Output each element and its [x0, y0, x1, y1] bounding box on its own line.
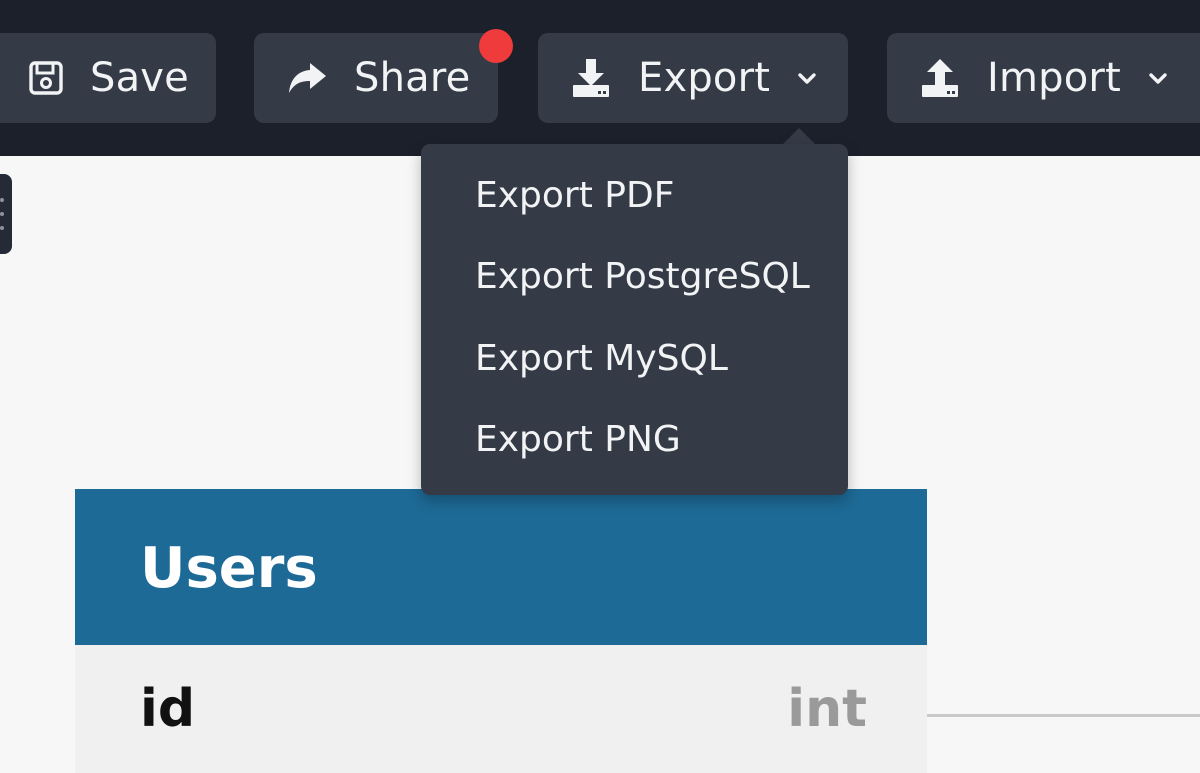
export-button[interactable]: Export [538, 33, 848, 123]
field-name: id [140, 679, 196, 739]
table-header[interactable]: Users [75, 489, 927, 645]
menu-item-export-pdf[interactable]: Export PDF [475, 166, 674, 226]
chevron-down-icon [1147, 67, 1169, 89]
share-notification-badge [479, 29, 513, 63]
save-button-label: Save [90, 55, 189, 101]
drag-handle-icon [0, 198, 4, 230]
floppy-disk-icon [26, 58, 66, 98]
sidebar-toggle-handle[interactable] [0, 174, 12, 254]
export-dropdown-menu: Export PDF Export PostgreSQL Export MySQ… [421, 144, 848, 495]
field-type: int [787, 679, 867, 739]
share-button-label: Share [354, 55, 471, 101]
chevron-down-icon [796, 67, 818, 89]
import-button-label: Import [987, 55, 1121, 101]
upload-tray-icon [919, 57, 961, 99]
top-toolbar: Save Share Export Import [0, 0, 1200, 156]
menu-item-export-postgresql[interactable]: Export PostgreSQL [475, 247, 810, 307]
share-button[interactable]: Share [254, 33, 498, 123]
import-button[interactable]: Import [887, 33, 1200, 123]
table-row[interactable]: id int [75, 645, 927, 773]
menu-item-export-png[interactable]: Export PNG [475, 410, 681, 470]
table-card-users[interactable]: Users id int [75, 489, 927, 773]
share-arrow-icon [286, 57, 328, 99]
menu-item-export-mysql[interactable]: Export MySQL [475, 329, 728, 389]
export-button-label: Export [638, 55, 771, 101]
download-tray-icon [570, 57, 612, 99]
table-title: Users [140, 535, 318, 601]
relationship-line [927, 714, 1200, 717]
save-button[interactable]: Save [0, 33, 216, 123]
